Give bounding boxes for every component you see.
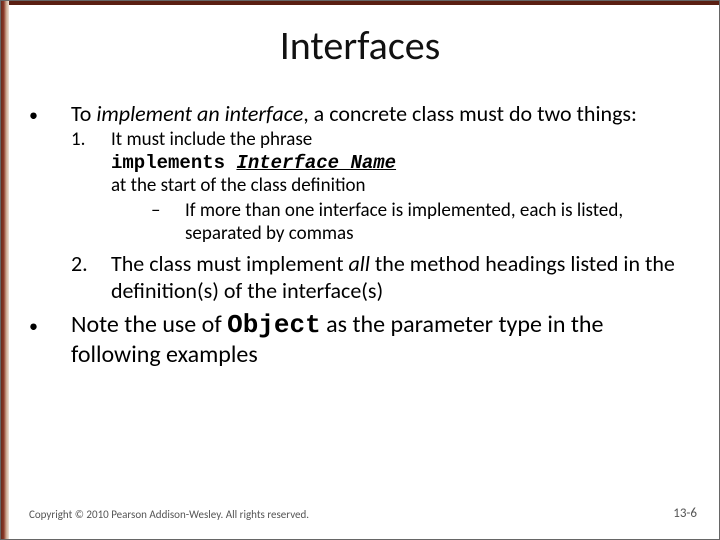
note-code: Object: [227, 310, 321, 340]
item1-sub-text: If more than one interface is implemente…: [185, 200, 697, 246]
numbered-list: 1. It must include the phrase implements…: [71, 129, 697, 304]
slide-body: • To implement an interface, a concrete …: [29, 101, 697, 370]
copyright-text: Copyright © 2010 Pearson Addison-Wesley.…: [29, 508, 309, 521]
item2-em: all: [349, 250, 370, 277]
list-item-2: 2. The class must implement all the meth…: [71, 251, 697, 304]
page-number: 13-6: [673, 506, 697, 521]
item1-line3: at the start of the class definition: [111, 175, 697, 198]
item2-body: The class must implement all the method …: [111, 251, 697, 304]
item1-number: 1.: [71, 129, 111, 245]
code-interface-name: Interface_Name: [236, 152, 396, 174]
item2-pre: The class must implement: [111, 250, 349, 277]
intro-pre: To: [71, 100, 96, 127]
item2-number: 2.: [71, 251, 111, 304]
bullet-mark: •: [29, 101, 71, 127]
item1-body: It must include the phrase implements In…: [111, 129, 697, 245]
slide-title: Interfaces: [1, 21, 719, 70]
item1-line1: It must include the phrase: [111, 129, 697, 152]
note-pre: Note the use of: [71, 310, 227, 339]
bullet-intro-text: To implement an interface, a concrete cl…: [71, 101, 637, 127]
slide: Interfaces • To implement an interface, …: [0, 0, 720, 540]
intro-em: implement an interface: [96, 100, 303, 127]
bullet-mark: •: [29, 310, 71, 370]
item1-code-line: implements Interface_Name: [111, 152, 697, 175]
bullet-note: • Note the use of Object as the paramete…: [29, 310, 697, 370]
left-accent-stripe: [1, 1, 9, 539]
bullet-intro: • To implement an interface, a concrete …: [29, 101, 697, 127]
top-accent-stripe: [9, 1, 719, 5]
note-text: Note the use of Object as the parameter …: [71, 310, 697, 370]
code-implements: implements: [111, 152, 236, 174]
list-item-1: 1. It must include the phrase implements…: [71, 129, 697, 245]
dash-mark: –: [151, 200, 185, 246]
intro-post: , a concrete class must do two things:: [303, 100, 637, 127]
item1-subbullet: – If more than one interface is implemen…: [151, 200, 697, 246]
